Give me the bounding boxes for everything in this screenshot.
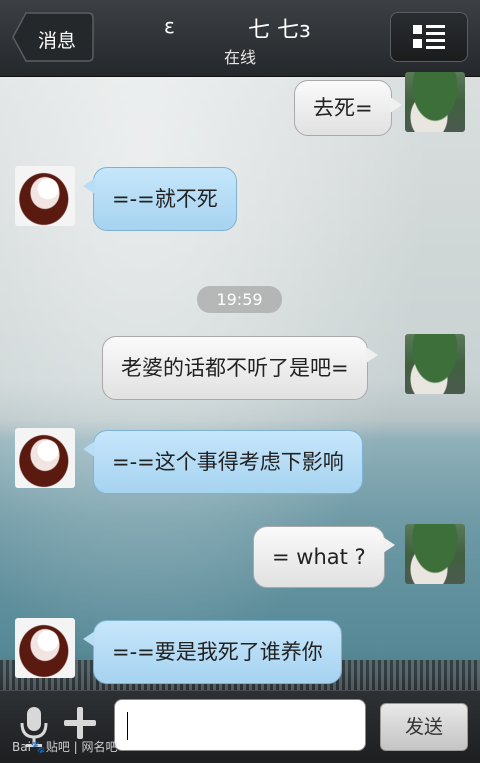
message-bubble[interactable]: =-=就不死 — [83, 167, 237, 231]
contact-avatar[interactable] — [15, 618, 75, 678]
message-text: 老婆的话都不听了是吧= — [121, 356, 349, 380]
message-text: 去死= — [313, 96, 373, 120]
contact-name: 七 七ɜ — [248, 18, 311, 43]
my-avatar[interactable] — [405, 524, 465, 584]
text-caret — [127, 712, 128, 740]
contact-avatar[interactable] — [15, 166, 75, 226]
message-text: =-=要是我死了谁养你 — [112, 640, 323, 664]
my-avatar[interactable] — [405, 72, 465, 132]
contact-name-prefix: ε — [164, 14, 175, 38]
watermark: Bai🐾贴吧 | 网名吧 — [12, 740, 118, 754]
message-text: = what ? — [272, 545, 366, 569]
message-text: =-=这个事得考虑下影响 — [112, 450, 344, 474]
timestamp-badge: 19:59 — [197, 286, 282, 313]
contact-menu-button[interactable] — [390, 12, 468, 62]
message-bubble[interactable]: 老婆的话都不听了是吧= — [102, 336, 378, 400]
message-bubble[interactable]: =-=要是我死了谁养你 — [83, 620, 342, 684]
chat-header: 消息 ε 七 七ɜ 在线 — [0, 0, 480, 77]
list-menu-icon — [413, 25, 445, 49]
message-bubble[interactable]: =-=这个事得考虑下影响 — [83, 430, 363, 494]
message-bubble[interactable]: 去死= — [294, 80, 402, 136]
message-text: =-=就不死 — [112, 187, 218, 211]
message-bubble[interactable]: = what ? — [253, 526, 395, 588]
my-avatar[interactable] — [405, 334, 465, 394]
plus-icon — [64, 707, 96, 739]
message-input[interactable] — [114, 699, 366, 751]
contact-avatar[interactable] — [15, 428, 75, 488]
send-button[interactable]: 发送 — [380, 703, 468, 751]
